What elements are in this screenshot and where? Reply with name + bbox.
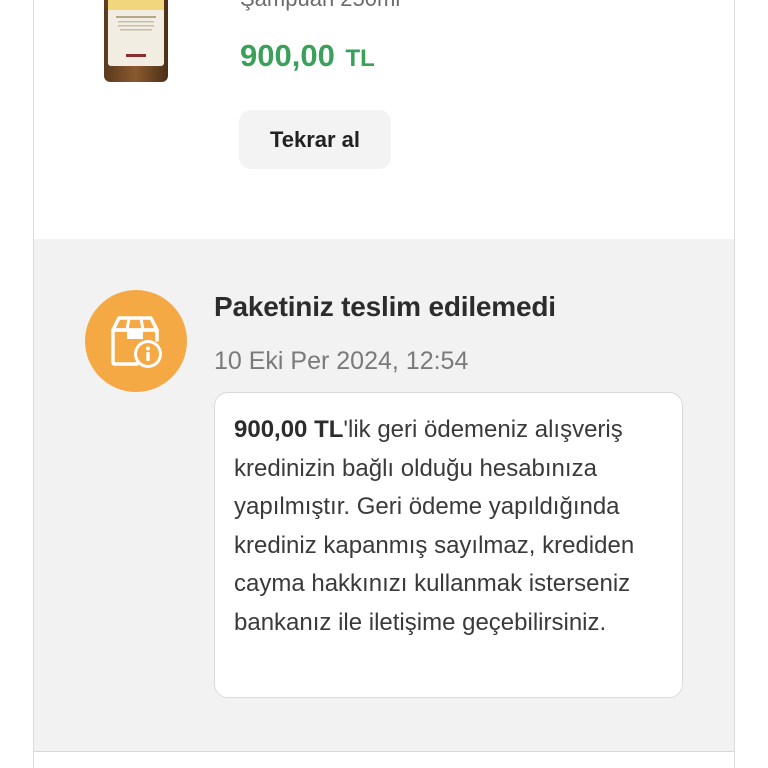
product-image[interactable] xyxy=(104,0,168,82)
shampoo-bottle-icon xyxy=(104,0,168,82)
refund-message-text: 'lik geri ödemeniz alışveriş kredinizin … xyxy=(234,416,635,636)
reorder-button[interactable]: Tekrar al xyxy=(239,110,391,169)
order-card: Şampuan 250ml 900,00 TL Tekrar al xyxy=(33,0,735,768)
product-price: 900,00 TL xyxy=(240,38,375,74)
delivery-status-section: Paketiniz teslim edilemedi 10 Eki Per 20… xyxy=(34,239,734,751)
price-amount: 900,00 xyxy=(240,38,335,73)
status-date: 10 Eki Per 2024, 12:54 xyxy=(214,347,469,375)
package-info-icon xyxy=(85,290,187,392)
order-detail-screen: Şampuan 250ml 900,00 TL Tekrar al xyxy=(0,0,768,768)
divider xyxy=(34,751,734,752)
refund-message-box: 900,00 TL'lik geri ödemeniz alışveriş kr… xyxy=(214,392,683,698)
refund-amount: 900,00 TL xyxy=(234,416,344,443)
status-title: Paketiniz teslim edilemedi xyxy=(214,291,556,322)
product-name: Şampuan 250ml xyxy=(240,0,400,12)
price-currency: TL xyxy=(345,45,375,72)
